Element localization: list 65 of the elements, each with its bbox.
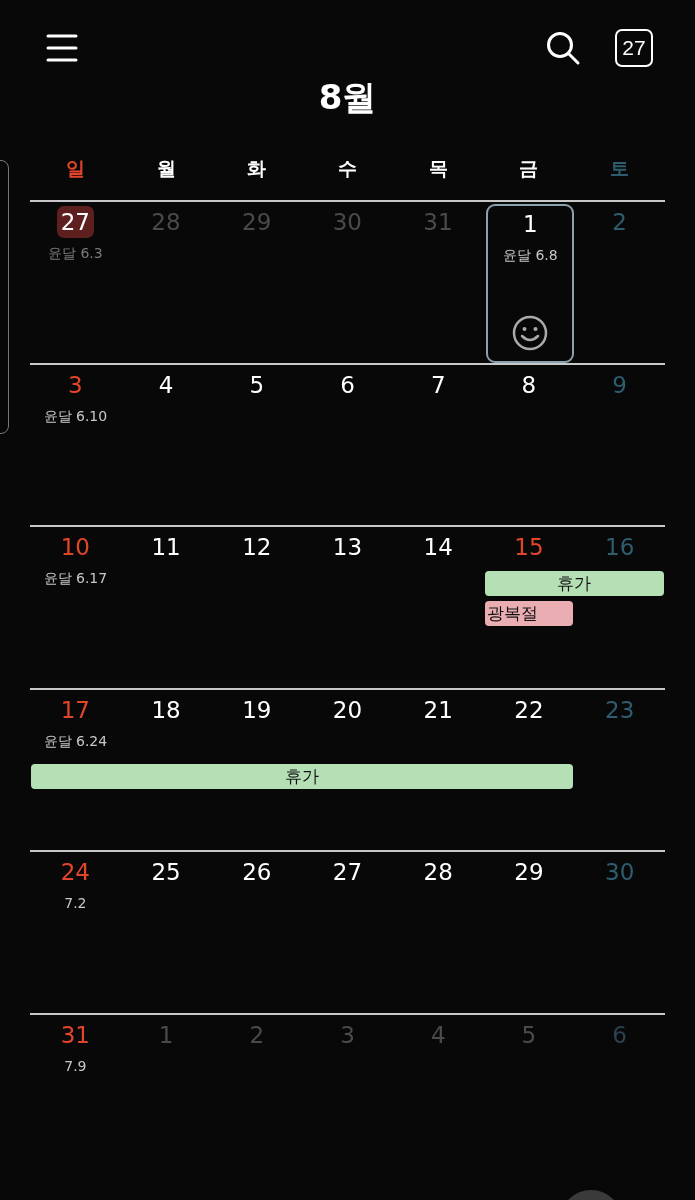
search-icon[interactable] [545, 29, 581, 66]
day-number: 30 [331, 208, 363, 237]
day-number: 27 [331, 858, 364, 888]
weekday-label: 일 [64, 155, 86, 181]
today-button[interactable]: 27 [615, 28, 653, 67]
day-number: 6 [339, 370, 356, 400]
day-number: 5 [248, 370, 266, 400]
lunar-date: 7.9 [64, 1057, 87, 1074]
day-number: 17 [59, 695, 91, 725]
selected-day-cell[interactable]: 1 윤달 6.8 [486, 204, 575, 363]
lunar-date: 7.2 [64, 895, 87, 912]
day-number: 20 [331, 695, 364, 725]
lunar-date: 윤달 6.10 [43, 407, 108, 426]
day-number: 16 [604, 533, 636, 563]
weekday-label: 수 [337, 155, 358, 181]
day-number: 24 [59, 858, 91, 888]
day-number: 7 [429, 370, 447, 400]
day-number: 8 [520, 370, 538, 400]
day-number: 19 [241, 695, 273, 725]
day-number: 27 [56, 206, 94, 238]
day-number: 31 [422, 208, 454, 237]
day-number: 15 [513, 533, 545, 563]
lunar-date: 윤달 6.17 [43, 570, 108, 589]
day-number: 3 [339, 1020, 356, 1050]
day-number: 22 [513, 695, 545, 725]
day-number: 2 [248, 1020, 266, 1050]
day-number: 12 [241, 533, 273, 563]
day-number: 4 [429, 1020, 447, 1050]
lunar-date: 윤달 6.24 [43, 732, 108, 751]
event-bar[interactable]: 휴가 [484, 571, 664, 597]
day-number: 11 [150, 533, 182, 563]
day-number: 14 [422, 533, 454, 563]
event-bar[interactable]: 광복절 [484, 601, 574, 627]
day-number: 13 [331, 533, 364, 563]
day-number: 25 [150, 858, 182, 888]
day-number: 26 [241, 858, 273, 888]
weekday-label: 토 [609, 155, 631, 181]
weekday-label: 월 [155, 155, 177, 181]
day-number: 30 [604, 858, 636, 888]
weekday-label: 화 [246, 155, 268, 181]
menu-icon[interactable] [46, 32, 78, 63]
weekday-label: 목 [427, 155, 449, 181]
day-number: 29 [513, 858, 545, 888]
day-number: 9 [611, 370, 628, 400]
day-number: 31 [59, 1020, 91, 1050]
smiley-icon[interactable] [512, 314, 549, 351]
day-number: 28 [422, 858, 454, 888]
lunar-date: 윤달 6.3 [47, 245, 103, 263]
day-number: 21 [422, 695, 454, 725]
lunar-date: 윤달 6.8 [502, 247, 558, 265]
event-bar[interactable]: 휴가 [31, 763, 574, 789]
day-number: 5 [520, 1020, 538, 1050]
day-number: 2 [611, 208, 628, 237]
weekday-label: 금 [518, 155, 540, 181]
day-number: 6 [611, 1020, 628, 1050]
day-number: 1 [157, 1020, 175, 1050]
day-number: 3 [67, 370, 84, 400]
day-number: 10 [59, 533, 91, 563]
day-number: 28 [150, 208, 182, 237]
day-number: 1 [522, 210, 539, 239]
day-number: 29 [241, 208, 273, 237]
day-number: 18 [150, 695, 182, 725]
month-title: 8월 [317, 76, 378, 119]
day-number: 23 [604, 695, 636, 725]
day-number: 4 [157, 370, 175, 400]
